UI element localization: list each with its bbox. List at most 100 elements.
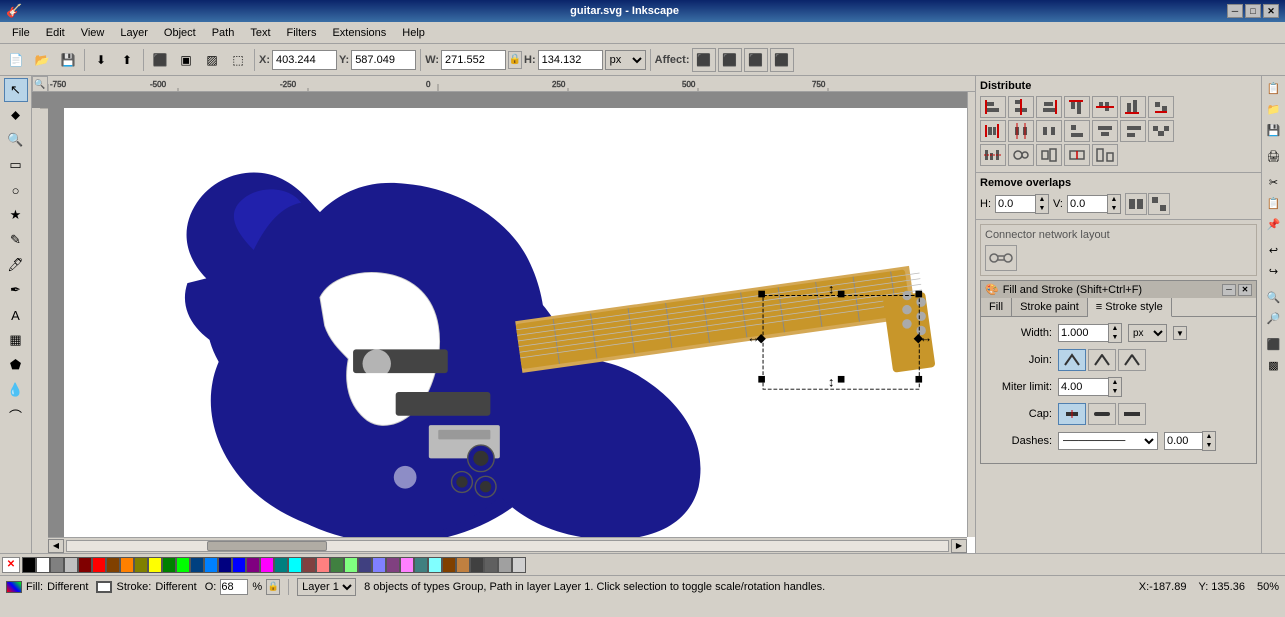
dist-extra2[interactable] — [1148, 120, 1174, 142]
color-teal2[interactable] — [414, 557, 428, 573]
circle-tool[interactable]: ○ — [4, 178, 28, 202]
color-darkred[interactable] — [78, 557, 92, 573]
width-unit-select[interactable]: px mm pt — [1128, 324, 1167, 342]
select-tool[interactable]: ↖ — [4, 78, 28, 102]
color-teal[interactable] — [274, 557, 288, 573]
color-magenta[interactable] — [260, 557, 274, 573]
affect-btn4[interactable]: ⬛ — [770, 48, 794, 72]
affect-btn1[interactable]: ⬛ — [692, 48, 716, 72]
dashes-input[interactable] — [1164, 432, 1202, 450]
overlap-v-up[interactable]: ▲ — [1108, 195, 1120, 204]
dist-r3-2[interactable] — [1008, 144, 1034, 166]
overlap-btn1[interactable] — [1125, 193, 1147, 215]
overlap-h-up[interactable]: ▲ — [1036, 195, 1048, 204]
menu-path[interactable]: Path — [204, 25, 243, 41]
width-unit-down[interactable]: ▼ — [1173, 326, 1187, 340]
gradient-tool[interactable]: ▦ — [4, 328, 28, 352]
overlap-h-input[interactable] — [995, 195, 1035, 213]
dashes-up[interactable]: ▲ — [1203, 432, 1215, 441]
fill-tool[interactable]: ⬟ — [4, 353, 28, 377]
color-lime2[interactable] — [344, 557, 358, 573]
color-orange1[interactable] — [106, 557, 120, 573]
ri-btn13[interactable]: ▩ — [1264, 355, 1284, 375]
zoom-fit-button[interactable]: 🔍 — [32, 76, 48, 92]
ri-btn2[interactable]: 📁 — [1264, 99, 1284, 119]
star-tool[interactable]: ★ — [4, 203, 28, 227]
color-ltgray1[interactable] — [498, 557, 512, 573]
color-indigo1[interactable] — [358, 557, 372, 573]
dashes-select[interactable]: ──────── - - - - - · · · · · — [1058, 432, 1158, 450]
color-darkgreen[interactable] — [162, 557, 176, 573]
opacity-lock-btn[interactable]: 🔒 — [266, 579, 280, 595]
export-button[interactable]: ⬆ — [115, 48, 139, 72]
overlap-v-input[interactable] — [1067, 195, 1107, 213]
align-bottom-edges[interactable] — [1120, 96, 1146, 118]
color-brown1[interactable] — [442, 557, 456, 573]
dist-r3-3[interactable] — [1036, 144, 1062, 166]
x-input[interactable] — [272, 50, 337, 70]
affect-btn2[interactable]: ⬛ — [718, 48, 742, 72]
dist-left[interactable] — [980, 120, 1006, 142]
connector-tool[interactable]: ⌒ — [4, 403, 28, 427]
scroll-left-button[interactable]: ◀ — [48, 539, 64, 553]
color-violet2[interactable] — [400, 557, 414, 573]
color-red[interactable] — [92, 557, 106, 573]
width-down[interactable]: ▼ — [1109, 333, 1121, 342]
dist-r3-1[interactable] — [980, 144, 1006, 166]
tab-stroke-style[interactable]: ≡ Stroke style — [1088, 298, 1172, 317]
width-up[interactable]: ▲ — [1109, 324, 1121, 333]
close-button[interactable]: ✕ — [1263, 4, 1279, 18]
join-round-btn[interactable] — [1088, 349, 1116, 371]
tab-stroke-paint[interactable]: Stroke paint — [1012, 298, 1088, 316]
rect-tool[interactable]: ▭ — [4, 153, 28, 177]
save-button[interactable]: 💾 — [56, 48, 80, 72]
color-purple[interactable] — [246, 557, 260, 573]
align-right-edges[interactable] — [1036, 96, 1062, 118]
align-centers-h[interactable] — [1092, 96, 1118, 118]
color-teal3[interactable] — [428, 557, 442, 573]
text-tool[interactable]: A — [4, 303, 28, 327]
menu-help[interactable]: Help — [394, 25, 433, 41]
ri-btn7[interactable]: 📌 — [1264, 214, 1284, 234]
h-input[interactable] — [538, 50, 603, 70]
calligraphy-tool[interactable]: ✒ — [4, 278, 28, 302]
new-button[interactable]: 📄 — [4, 48, 28, 72]
lock-aspect-button[interactable]: 🔒 — [508, 51, 522, 69]
zoom-tool[interactable]: 🔍 — [4, 128, 28, 152]
distribute-button[interactable]: ⬚ — [226, 48, 250, 72]
color-gray2[interactable] — [64, 557, 78, 573]
dist-top[interactable] — [1064, 120, 1090, 142]
color-lime1[interactable] — [330, 557, 344, 573]
scroll-thumb-h[interactable] — [207, 541, 327, 551]
tab-fill[interactable]: Fill — [981, 298, 1012, 316]
canvas[interactable]: ↕ ↕ ↔ ↔ — [64, 108, 975, 553]
dist-mid-h[interactable] — [1092, 120, 1118, 142]
color-navy[interactable] — [190, 557, 204, 573]
ri-btn5[interactable]: ✂ — [1264, 172, 1284, 192]
align-left-edges[interactable] — [980, 96, 1006, 118]
color-orange[interactable] — [120, 557, 134, 573]
miter-down[interactable]: ▼ — [1109, 387, 1121, 396]
color-white[interactable] — [36, 557, 50, 573]
panel-min-btn[interactable]: ─ — [1222, 284, 1236, 296]
minimize-button[interactable]: ─ — [1227, 4, 1243, 18]
menu-view[interactable]: View — [73, 25, 113, 41]
y-input[interactable] — [351, 50, 416, 70]
color-black[interactable] — [22, 557, 36, 573]
vertical-scrollbar[interactable] — [967, 92, 975, 537]
scroll-right-button[interactable]: ▶ — [951, 539, 967, 553]
pencil-tool[interactable]: ✎ — [4, 228, 28, 252]
color-gray1[interactable] — [50, 557, 64, 573]
ri-btn4[interactable]: 🖨 — [1264, 146, 1284, 166]
align-extra[interactable] — [1148, 96, 1174, 118]
menu-edit[interactable]: Edit — [38, 25, 73, 41]
dist-r3-5[interactable] — [1092, 144, 1118, 166]
dist-center-v[interactable] — [1008, 120, 1034, 142]
dist-right[interactable] — [1036, 120, 1062, 142]
ri-btn1[interactable]: 📋 — [1264, 78, 1284, 98]
affect-btn3[interactable]: ⬛ — [744, 48, 768, 72]
color-indigo2[interactable] — [372, 557, 386, 573]
overlap-btn2[interactable] — [1148, 193, 1170, 215]
color-skyblue[interactable] — [204, 557, 218, 573]
overlap-v-down[interactable]: ▼ — [1108, 204, 1120, 213]
